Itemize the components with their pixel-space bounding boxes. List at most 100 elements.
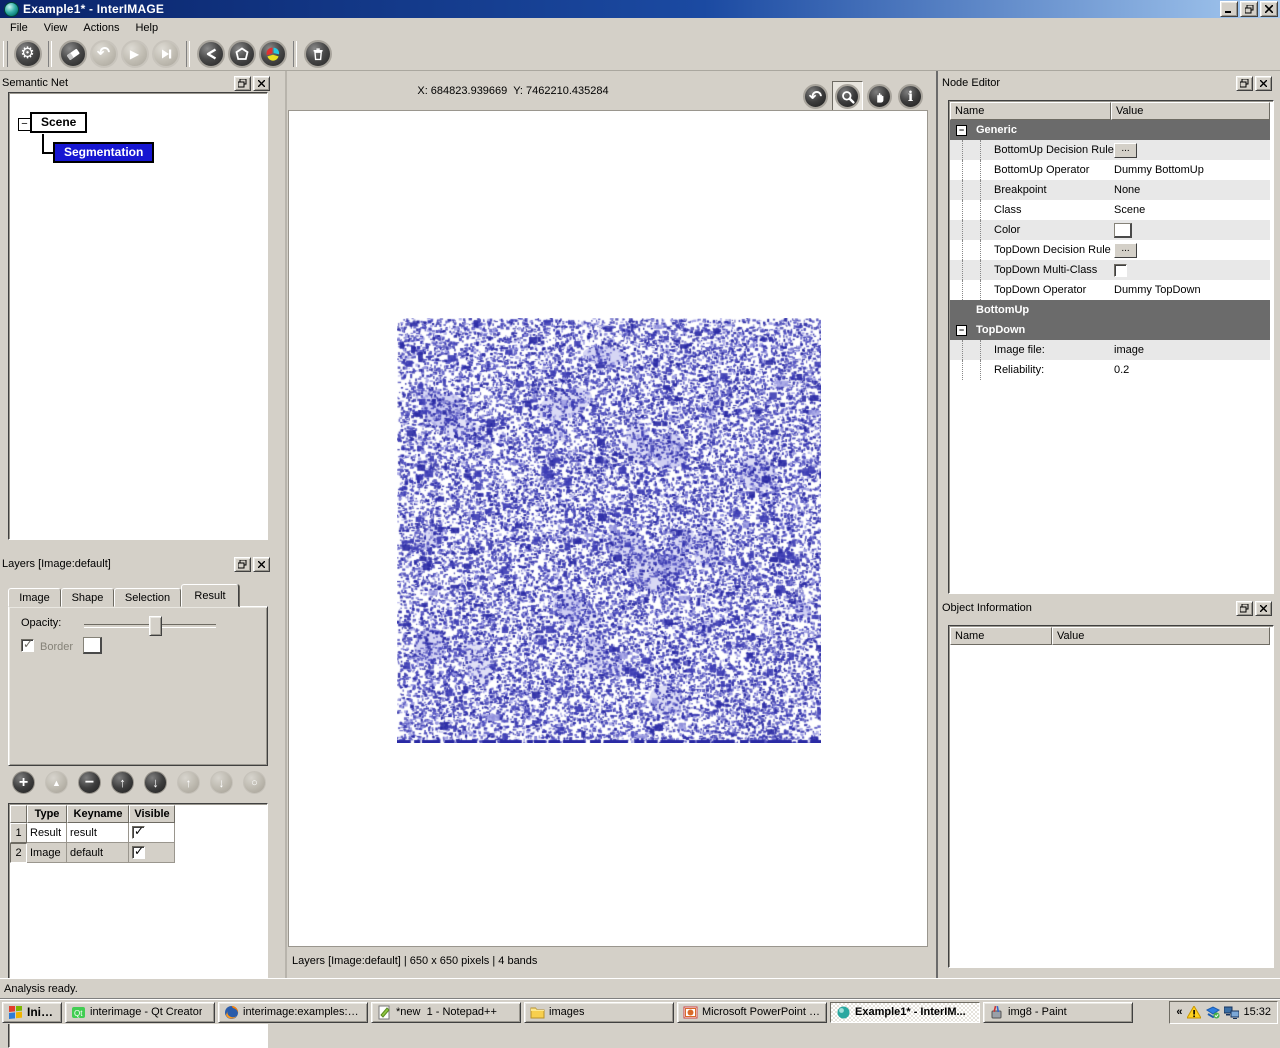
dropbox-tray-icon[interactable] [1205, 1005, 1220, 1020]
opacity-slider-handle[interactable] [149, 616, 162, 636]
property-row[interactable]: BreakpointNone [950, 180, 1270, 200]
arrow-left-button[interactable] [197, 40, 225, 68]
right-splitter[interactable] [936, 71, 938, 978]
tab-selection[interactable]: Selection [114, 588, 181, 607]
layer-row-number[interactable]: 1 [10, 823, 27, 843]
property-row[interactable]: Color [950, 220, 1270, 240]
map-canvas-area[interactable] [288, 110, 928, 947]
property-row[interactable]: Image file:image [950, 340, 1270, 360]
object-info-float-button[interactable] [1236, 601, 1253, 616]
pan-tool-button[interactable] [865, 82, 894, 111]
polygon-button[interactable] [228, 40, 256, 68]
object-info-close-button[interactable] [1255, 601, 1272, 616]
semantic-net-float-button[interactable] [234, 76, 251, 91]
property-row[interactable]: TopDown Decision Rule... [950, 240, 1270, 260]
taskbar-item-microsoft-powerpoint[interactable]: Microsoft PowerPoint - ... [677, 1002, 827, 1023]
tab-shape[interactable]: Shape [61, 588, 114, 607]
color-swatch[interactable] [1114, 223, 1132, 238]
tree-node-scene[interactable]: Scene [30, 112, 87, 133]
node-editor-col-value[interactable]: Value [1111, 102, 1270, 120]
layers-close-button[interactable] [253, 557, 270, 572]
tree-node-segmentation[interactable]: Segmentation [53, 142, 154, 163]
property-value[interactable]: ... [1114, 143, 1137, 158]
back-tool-button[interactable]: ↶ [801, 82, 830, 111]
layers-float-button[interactable] [234, 557, 251, 572]
property-row[interactable]: BottomUp OperatorDummy BottomUp [950, 160, 1270, 180]
semantic-net-canvas[interactable]: − Scene Segmentation [8, 92, 268, 540]
layer-row-number[interactable]: 2 [10, 843, 27, 863]
menu-view[interactable]: View [36, 20, 76, 36]
layers-header: Layers [Image:default] [0, 556, 276, 572]
network-tray-icon[interactable] [1224, 1005, 1239, 1020]
tab-result[interactable]: Result [181, 584, 239, 607]
node-editor-group-topdown[interactable]: −TopDown [950, 320, 1270, 340]
property-row[interactable]: Reliability:0.2 [950, 360, 1270, 380]
settings-button[interactable]: ⚙ [14, 40, 42, 68]
border-color-swatch[interactable] [83, 637, 102, 654]
layer-down-button[interactable]: ↓ [144, 771, 167, 794]
group-expander[interactable]: − [956, 325, 967, 336]
restore-button[interactable] [1240, 1, 1258, 17]
taskbar-item-interimage-qt-creator[interactable]: Qtinterimage - Qt Creator [65, 1002, 215, 1023]
toolbar-drag-handle[interactable] [3, 41, 8, 67]
property-value[interactable] [1114, 264, 1127, 277]
visible-checkbox[interactable]: ✓ [132, 826, 145, 839]
node-editor-col-name[interactable]: Name [950, 102, 1111, 120]
menu-actions[interactable]: Actions [75, 20, 127, 36]
restore-icon [1245, 5, 1254, 14]
layer-up-button[interactable]: ↑ [111, 771, 134, 794]
close-button[interactable] [1260, 1, 1278, 17]
info-tool-button[interactable]: i [896, 82, 925, 111]
add-layer-button[interactable]: + [12, 771, 35, 794]
eraser-button[interactable] [59, 40, 87, 68]
task-label: images [549, 1006, 584, 1018]
object-info-col-value[interactable]: Value [1052, 627, 1270, 645]
menu-help[interactable]: Help [127, 20, 166, 36]
trash-button[interactable] [304, 40, 332, 68]
taskbar-item-interimage-examples-e[interactable]: interimage:examples:e... [218, 1002, 368, 1023]
visible-checkbox[interactable]: ✓ [132, 846, 145, 859]
minimize-button[interactable] [1220, 1, 1238, 17]
property-name: Image file: [950, 344, 1045, 356]
node-editor-group-generic[interactable]: −Generic [950, 120, 1270, 140]
tab-image[interactable]: Image [8, 588, 61, 607]
ellipsis-button[interactable]: ... [1114, 143, 1137, 158]
zoom-tool-button[interactable] [832, 81, 863, 112]
property-row[interactable]: TopDown OperatorDummy TopDown [950, 280, 1270, 300]
property-row[interactable]: BottomUp Decision Rule... [950, 140, 1270, 160]
group-expander[interactable]: − [956, 125, 967, 136]
taskbar-item-img8-paint[interactable]: img8 - Paint [983, 1002, 1133, 1023]
semantic-net-title: Semantic Net [0, 77, 232, 89]
semantic-net-close-button[interactable] [253, 76, 270, 91]
layer-col-type[interactable]: Type [27, 805, 67, 823]
multi-class-checkbox[interactable] [1114, 264, 1127, 277]
object-info-col-name[interactable]: Name [950, 627, 1052, 645]
left-splitter[interactable] [285, 71, 287, 978]
node-editor-close-button[interactable] [1255, 76, 1272, 91]
node-editor-group-bottomup[interactable]: BottomUp [950, 300, 1270, 320]
pie-chart-button[interactable] [259, 40, 287, 68]
node-editor-float-button[interactable] [1236, 76, 1253, 91]
layer-col-keyname[interactable]: Keyname [67, 805, 129, 823]
taskbar-item-new-1-notepad[interactable]: *new 1 - Notepad++ [371, 1002, 521, 1023]
remove-layer-button[interactable]: − [78, 771, 101, 794]
start-button[interactable]: Iniciar [2, 1002, 62, 1023]
taskbar-item-example1-interim[interactable]: Example1* - InterIM... [830, 1002, 980, 1023]
layer-col-visible[interactable]: Visible [129, 805, 175, 823]
menu-file[interactable]: File [2, 20, 36, 36]
warning-tray-icon[interactable] [1186, 1005, 1201, 1020]
tray-chevron[interactable]: « [1176, 1006, 1182, 1018]
property-value[interactable]: ... [1114, 243, 1137, 258]
property-value[interactable] [1114, 223, 1132, 238]
ellipsis-button[interactable]: ... [1114, 243, 1137, 258]
taskbar-item-images[interactable]: images [524, 1002, 674, 1023]
segmentation-image[interactable] [397, 318, 821, 743]
property-row[interactable]: ClassScene [950, 200, 1270, 220]
layer-row-default[interactable]: 2Imagedefault✓ [10, 843, 175, 863]
layer-row-result[interactable]: 1Resultresult✓ [10, 823, 175, 843]
float-icon [1240, 79, 1249, 88]
property-row[interactable]: TopDown Multi-Class [950, 260, 1270, 280]
qt-creator-icon: Qt [71, 1005, 86, 1020]
border-checkbox[interactable]: ✓ [21, 639, 34, 652]
firefox-icon [224, 1005, 239, 1020]
